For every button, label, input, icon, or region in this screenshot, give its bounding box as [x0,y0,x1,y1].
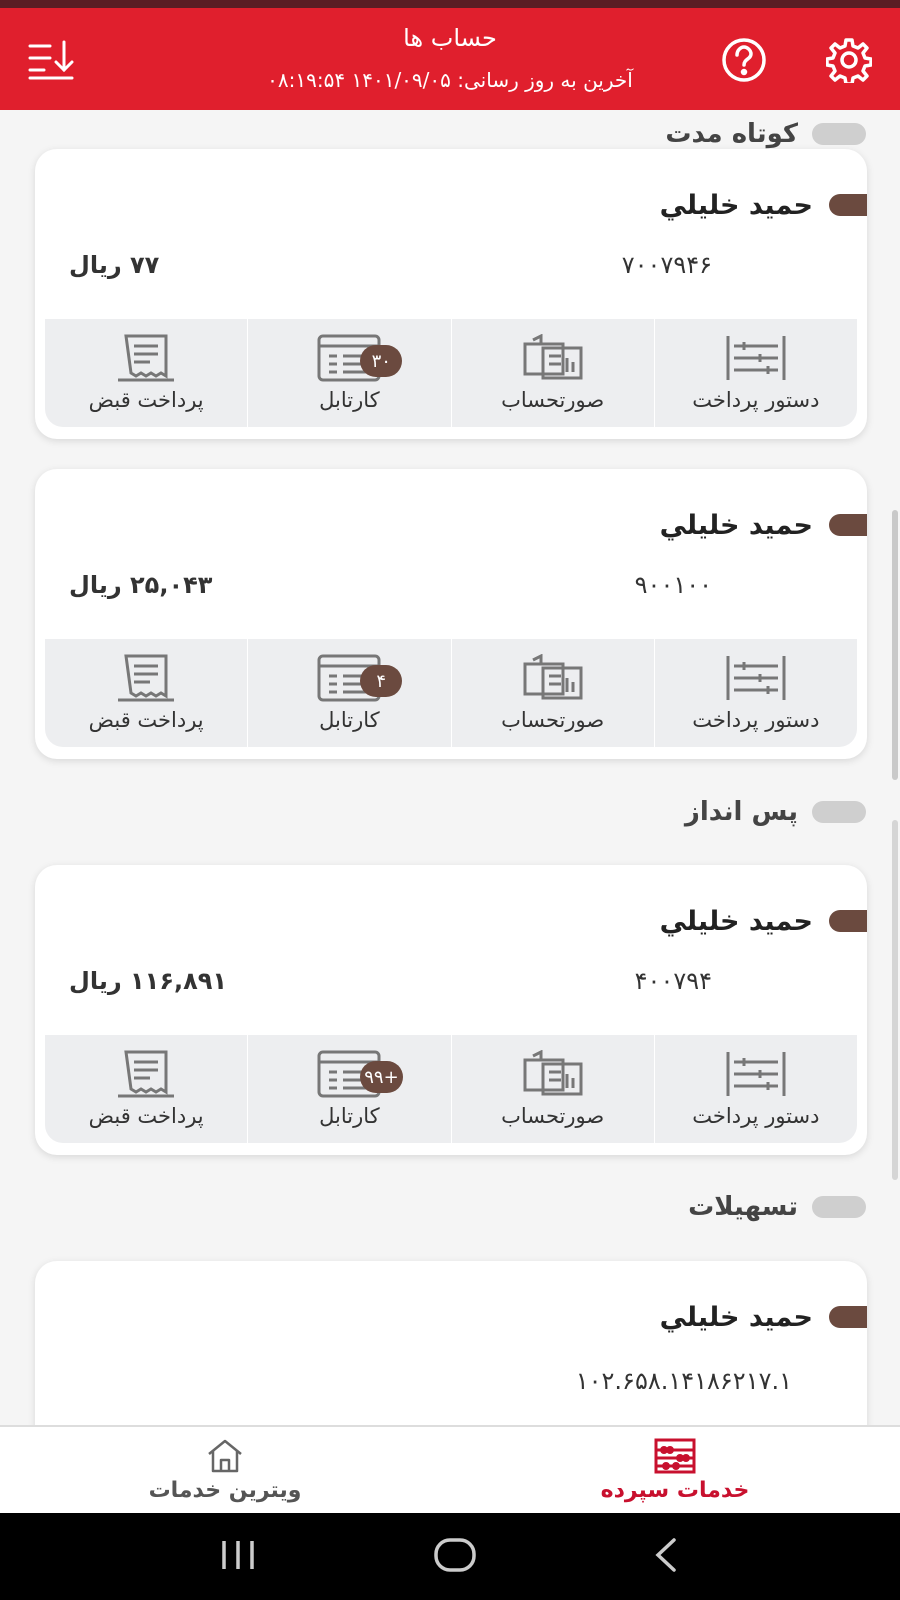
help-circle-icon [722,38,766,82]
settings-button[interactable] [825,36,873,84]
owner-marker [829,194,867,216]
owner-name: حمید خلیلي [659,189,813,221]
receipt-icon [118,1050,175,1098]
account-actions: دستور پرداخت صورتحساب کارتابل ۳۰ پرداخت … [45,319,857,427]
account-actions: دستور پرداخت صورتحساب کارتابل ۴ پرداخت ق… [45,639,857,747]
scrollbar[interactable] [892,510,898,780]
owner-marker [829,514,867,536]
receipt-icon [118,654,175,702]
scrollbar-track [892,820,898,1180]
cartable-label: کارتابل [319,388,380,412]
account-balance: ۷۷ ریال [69,251,160,279]
statement-label: صورتحساب [501,708,605,732]
sort-button[interactable] [27,36,75,84]
bill-payment-label: پرداخت قبض [88,708,204,732]
loan-card[interactable]: حمید خلیلي ۱۰۲.۶۵۸.۱۴۱۸۶۲۱۷.۱ [35,1261,867,1451]
account-actions: دستور پرداخت صورتحساب کارتابل +۹۹ پرداخت… [45,1035,857,1143]
back-button[interactable] [652,1537,682,1577]
owner-name: حمید خلیلي [659,1301,813,1333]
account-owner: حمید خلیلي [660,185,867,225]
owner-name: حمید خلیلي [659,905,813,937]
bill-payment-label: پرداخت قبض [88,1104,204,1128]
transfer-button[interactable]: دستور پرداخت [653,639,857,747]
section-title: پس انداز [684,797,798,827]
statement-icon [523,654,583,700]
status-bar [0,0,900,8]
cartable-count-badge: ۳۰ [360,345,403,377]
bill-payment-button[interactable]: پرداخت قبض [45,639,247,747]
section-facilities: تسهیلات [688,1187,866,1227]
gear-icon [826,38,872,83]
loan-number: ۱۰۲.۶۵۸.۱۴۱۸۶۲۱۷.۱ [575,1367,792,1395]
statement-button[interactable]: صورتحساب [450,1035,654,1143]
home-button[interactable] [433,1537,477,1577]
cartable-button[interactable]: کارتابل +۹۹ [247,1035,450,1143]
help-button[interactable] [720,36,768,84]
statement-icon [523,334,583,380]
owner-marker [829,1306,867,1328]
account-owner: حمید خلیلي [660,1297,867,1337]
cartable-count-badge: +۹۹ [360,1061,403,1093]
home-circle-icon [434,1537,476,1572]
cartable-label: کارتابل [319,1104,380,1128]
section-short-term: کوتاه مدت [665,114,866,154]
section-title: کوتاه مدت [665,119,798,149]
app-header: حساب ها آخرین به روز رسانی: ۱۴۰۱/۰۹/۰۵ ۰… [0,0,900,110]
transfer-icon [726,656,786,700]
home-icon [208,1439,242,1472]
section-title: تسهیلات [688,1192,798,1222]
account-owner: حمید خلیلي [660,901,867,941]
last-update-value: ۱۴۰۱/۰۹/۰۵ ۰۸:۱۹:۵۴ [267,68,451,92]
account-number: ۹۰۰۱۰۰ [634,571,712,599]
section-toggle[interactable] [812,1196,866,1218]
account-card[interactable]: حمید خلیلي ۴۰۰۷۹۴ ۱۱۶,۸۹۱ ریال دستور پرد… [35,865,867,1155]
section-toggle[interactable] [812,123,866,145]
account-balance: ۱۱۶,۸۹۱ ریال [69,967,228,995]
abacus-icon [654,1438,696,1473]
recent-apps-icon [221,1540,254,1569]
cartable-button[interactable]: کارتابل ۳۰ [247,319,450,427]
cartable-label: کارتابل [319,708,380,732]
nav-services-showcase[interactable]: ویترین خدمات [0,1427,450,1513]
sort-download-icon [28,40,74,80]
nav-deposit-services[interactable]: خدمات سپرده [450,1427,900,1513]
cartable-button[interactable]: کارتابل ۴ [247,639,450,747]
account-balance: ۲۵,۰۴۳ ریال [69,571,213,599]
transfer-button[interactable]: دستور پرداخت [653,1035,857,1143]
statement-button[interactable]: صورتحساب [450,639,654,747]
account-number: ۴۰۰۷۹۴ [634,967,712,995]
last-update-label: آخرین به روز رسانی: [457,68,633,92]
account-card[interactable]: حمید خلیلي ۷۰۰۷۹۴۶ ۷۷ ریال دستور پرداخت … [35,149,867,439]
nav-deposit-services-label: خدمات سپرده [600,1477,750,1503]
bill-payment-label: پرداخت قبض [88,388,204,412]
transfer-button[interactable]: دستور پرداخت [653,319,857,427]
owner-name: حمید خلیلي [659,509,813,541]
statement-label: صورتحساب [501,388,605,412]
transfer-icon [726,1052,786,1096]
bill-payment-button[interactable]: پرداخت قبض [45,319,247,427]
section-savings: پس انداز [685,792,866,832]
transfer-label: دستور پرداخت [692,708,820,732]
section-toggle[interactable] [812,801,866,823]
account-card[interactable]: حمید خلیلي ۹۰۰۱۰۰ ۲۵,۰۴۳ ریال دستور پردا… [35,469,867,759]
account-owner: حمید خلیلي [660,505,867,545]
system-nav-bar [0,1513,900,1600]
statement-label: صورتحساب [501,1104,605,1128]
transfer-label: دستور پرداخت [692,388,820,412]
back-icon [655,1537,677,1572]
recent-apps-button[interactable] [218,1539,258,1575]
statement-icon [523,1050,583,1096]
statement-button[interactable]: صورتحساب [450,319,654,427]
transfer-icon [726,336,786,380]
nav-services-showcase-label: ویترین خدمات [148,1477,302,1503]
owner-marker [829,910,867,932]
account-number: ۷۰۰۷۹۴۶ [621,251,712,279]
bottom-nav: ویترین خدمات خدمات سپرده [0,1425,900,1513]
bill-payment-button[interactable]: پرداخت قبض [45,1035,247,1143]
cartable-count-badge: ۴ [360,665,403,697]
transfer-label: دستور پرداخت [692,1104,820,1128]
receipt-icon [118,334,175,382]
